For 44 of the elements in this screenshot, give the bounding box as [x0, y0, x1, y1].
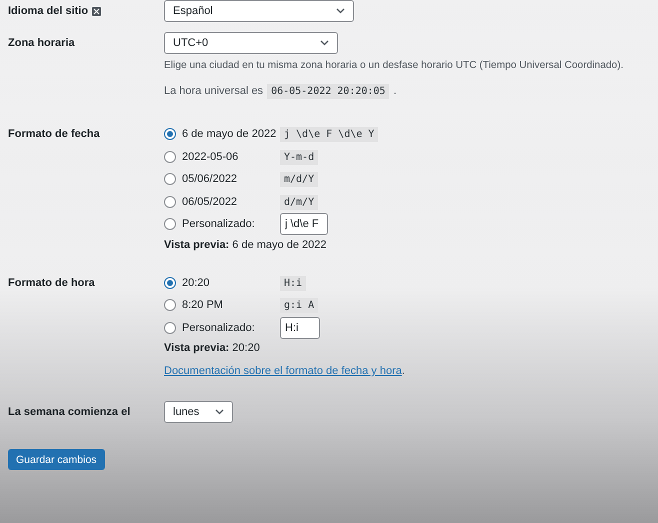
- radio-button[interactable]: [164, 173, 176, 186]
- radio-button[interactable]: [164, 150, 176, 163]
- language-select[interactable]: Español: [164, 0, 354, 22]
- timezone-select[interactable]: UTC+0: [164, 32, 338, 54]
- radio-button[interactable]: [164, 276, 176, 289]
- field-label: Formato de fecha: [8, 127, 101, 142]
- format-code: m/d/Y: [280, 172, 318, 188]
- format-code: j \d\e F \d\e Y: [280, 127, 378, 142]
- custom-format-field[interactable]: j \d\e F: [280, 213, 328, 236]
- format-code: g:i A: [280, 298, 318, 314]
- radio-option[interactable]: Personalizado:: [164, 218, 280, 230]
- radio-option[interactable]: 06/05/2022: [164, 196, 280, 208]
- preview-text: Vista previa: 6 de mayo de 2022: [164, 238, 328, 252]
- field-label: Zona horaria: [8, 36, 76, 51]
- radio-option[interactable]: Personalizado:: [164, 322, 280, 334]
- week-start-select[interactable]: lunes: [164, 401, 233, 423]
- custom-format-field[interactable]: H:i: [280, 316, 320, 339]
- radio-option[interactable]: 05/06/2022: [164, 173, 280, 186]
- chevron-down-icon: [336, 8, 345, 14]
- radio-button[interactable]: [164, 322, 176, 334]
- radio-option[interactable]: 2022-05-06: [164, 150, 280, 163]
- save-button[interactable]: Guardar cambios: [8, 449, 105, 470]
- period-text: .: [393, 84, 397, 99]
- radio-button[interactable]: [164, 196, 176, 208]
- documentation-link[interactable]: Documentación sobre el formato de fecha y hora: [164, 365, 402, 377]
- radio-button[interactable]: [164, 218, 176, 230]
- chevron-down-icon: [215, 409, 224, 415]
- radio-option[interactable]: 6 de mayo de 2022: [164, 128, 280, 140]
- field-label: Formato de hora: [8, 276, 96, 290]
- radio-option[interactable]: 20:20: [164, 276, 280, 289]
- radio-button[interactable]: [164, 299, 176, 312]
- format-code: H:i: [280, 276, 306, 291]
- preview-text: Vista previa: 20:20: [164, 341, 261, 356]
- chevron-down-icon: [320, 40, 329, 46]
- period-text: .: [402, 364, 405, 379]
- field-label: La semana comienza el: [8, 405, 132, 420]
- description-text: Elige una ciudad en tu misma zona horaria o un desfase horario UTC (Tiempo Universal Coordinado).: [164, 59, 624, 73]
- universal-time-label: La hora universal es: [164, 84, 264, 99]
- universal-time: 06-05-2022 20:20:05: [267, 84, 390, 98]
- format-code: d/m/Y: [280, 194, 318, 210]
- radio-button[interactable]: [164, 128, 176, 140]
- radio-option[interactable]: 8:20 PM: [164, 299, 280, 312]
- field-label: Idioma del sitio: [8, 4, 88, 19]
- format-code: Y-m-d: [280, 150, 318, 165]
